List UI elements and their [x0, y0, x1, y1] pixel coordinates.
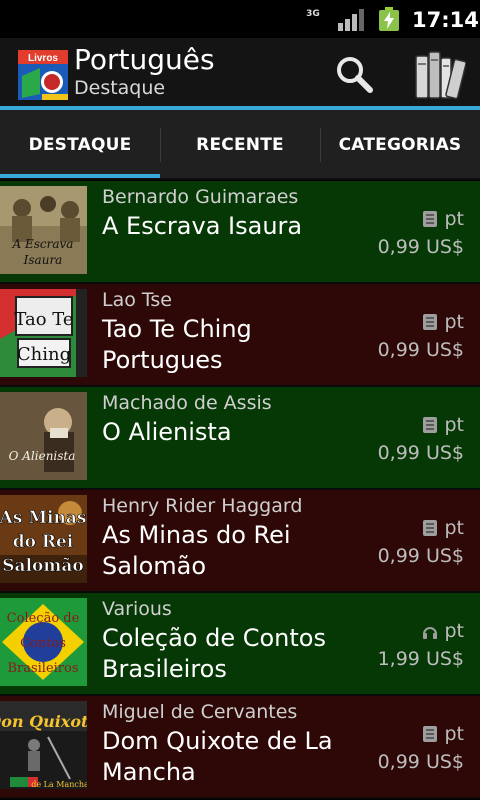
tab-label: CATEGORIAS [338, 135, 462, 155]
library-icon[interactable] [410, 46, 466, 102]
book-title: Tao Te Ching Portugues [102, 315, 252, 374]
book-cover-image: Don Quixote de La Mancha [0, 701, 87, 789]
logo-text: Livros [28, 53, 58, 64]
app-subtitle: Destaque [74, 77, 166, 99]
book-icon [423, 520, 438, 536]
book-list-item[interactable]: A Escrava Isaura Bernardo Guimaraes A Es… [0, 181, 480, 284]
headphones-icon [423, 627, 438, 639]
tab-destaque[interactable]: DESTAQUE [0, 110, 160, 180]
book-author: Lao Tse [102, 289, 172, 311]
book-language: pt [422, 619, 464, 643]
book-list-item[interactable]: Tao Te Ching Lao Tse Tao Te Ching Portug… [0, 284, 480, 387]
book-author: Machado de Assis [102, 392, 272, 414]
svg-text:Brasileiros: Brasileiros [7, 661, 78, 676]
book-price: 0,99 US$ [377, 339, 464, 361]
svg-text:As Minas: As Minas [0, 508, 86, 528]
book-list-item[interactable]: Don Quixote de La Mancha Miguel de Cerva… [0, 696, 480, 799]
book-author: Various [102, 598, 172, 620]
book-icon [423, 314, 438, 330]
book-title: Dom Quixote de La Mancha [102, 727, 333, 786]
tab-recente[interactable]: RECENTE [160, 110, 320, 180]
svg-text:Tao Te: Tao Te [14, 309, 73, 330]
book-list[interactable]: A Escrava Isaura Bernardo Guimaraes A Es… [0, 181, 480, 800]
svg-text:do Rei: do Rei [13, 532, 74, 552]
signal-strength-icon [338, 9, 364, 31]
svg-text:Ching: Ching [17, 344, 71, 365]
book-icon [423, 417, 438, 433]
book-list-item[interactable]: Coleção de Contos Brasileiros Various Co… [0, 593, 480, 696]
svg-text:Isaura: Isaura [23, 253, 63, 267]
book-price: 1,99 US$ [377, 648, 464, 670]
svg-text:de La Mancha: de La Mancha [31, 780, 87, 789]
book-price: 0,99 US$ [377, 236, 464, 258]
action-bar: Livros Português Destaque [0, 38, 480, 108]
svg-text:O Alienista: O Alienista [9, 449, 76, 463]
book-author: Miguel de Cervantes [102, 701, 298, 723]
book-price: 0,99 US$ [377, 442, 464, 464]
book-language: pt [422, 207, 464, 231]
book-price: 0,99 US$ [377, 545, 464, 567]
svg-text:Contos: Contos [20, 636, 66, 651]
tab-bar: DESTAQUE RECENTE CATEGORIAS [0, 110, 480, 180]
book-cover-image: A Escrava Isaura [0, 186, 87, 274]
book-author: Bernardo Guimaraes [102, 186, 299, 208]
book-language: pt [422, 516, 464, 540]
book-cover-image: Coleção de Contos Brasileiros [0, 598, 87, 686]
svg-text:Don Quixote: Don Quixote [0, 712, 87, 731]
app-logo-icon[interactable]: Livros [18, 50, 68, 100]
book-language: pt [422, 722, 464, 746]
search-icon[interactable] [330, 52, 378, 96]
book-list-item[interactable]: O Alienista Machado de Assis O Alienista… [0, 387, 480, 490]
book-author: Henry Rider Haggard [102, 495, 303, 517]
book-title: A Escrava Isaura [102, 212, 303, 240]
svg-text:Coleção de: Coleção de [7, 611, 80, 626]
book-language: pt [422, 310, 464, 334]
battery-charging-icon [379, 7, 399, 31]
book-icon [423, 726, 438, 742]
tab-categorias[interactable]: CATEGORIAS [320, 110, 480, 180]
book-cover-image: O Alienista [0, 392, 87, 480]
svg-text:Salomão: Salomão [2, 556, 83, 576]
tab-bar-bottom-edge [0, 178, 480, 180]
app-title: Português [74, 43, 215, 76]
status-bar: 3G 17:14 [0, 0, 480, 38]
clock: 17:14 [412, 8, 479, 32]
book-title: Coleção de Contos Brasileiros [102, 624, 326, 683]
book-cover-image: As Minas do Rei Salomão [0, 495, 87, 583]
book-cover-image: Tao Te Ching [0, 289, 87, 377]
book-icon [423, 211, 438, 227]
svg-text:A Escrava: A Escrava [12, 237, 74, 251]
book-title: As Minas do Rei Salomão [102, 521, 291, 580]
tab-label: DESTAQUE [28, 135, 132, 155]
book-language: pt [422, 413, 464, 437]
network-3g-icon: 3G [306, 9, 320, 19]
tab-label: RECENTE [196, 135, 284, 155]
book-title: O Alienista [102, 418, 232, 446]
book-list-item[interactable]: As Minas do Rei Salomão Henry Rider Hagg… [0, 490, 480, 593]
book-price: 0,99 US$ [377, 751, 464, 773]
